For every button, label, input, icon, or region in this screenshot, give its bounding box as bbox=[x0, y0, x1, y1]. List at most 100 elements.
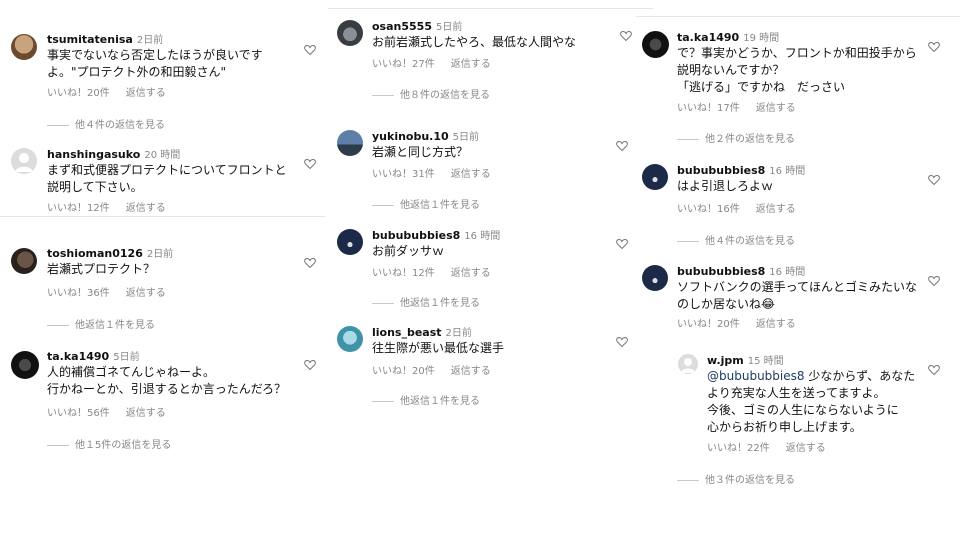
comment-time: 16 時間 bbox=[769, 166, 806, 177]
like-heart-icon[interactable] bbox=[928, 364, 940, 375]
reply-button[interactable]: 返信する bbox=[126, 408, 166, 419]
like-heart-icon[interactable] bbox=[616, 238, 628, 249]
comment-text: で？事実かどうか、フロントか和田投手から 説明ないんですか？ 「逃げる」ですかね… bbox=[677, 46, 917, 94]
view-more-replies[interactable]: 他８件の返信を見る bbox=[372, 86, 490, 101]
view-more-replies[interactable]: 他４件の返信を見る bbox=[47, 116, 165, 131]
comment-username[interactable]: bubububbies8 16 時間 bbox=[372, 227, 500, 242]
reply-button[interactable]: 返信する bbox=[451, 366, 491, 377]
like-count[interactable]: いいね！16件 bbox=[677, 204, 740, 215]
view-more-replies[interactable]: 他返信１件を見る bbox=[47, 316, 155, 331]
comment-time: 5日前 bbox=[452, 132, 480, 143]
like-count[interactable]: いいね！17件 bbox=[677, 103, 740, 114]
comment-text: 岩瀬式プロテクト？ bbox=[47, 262, 156, 276]
screenshot-divider bbox=[636, 16, 960, 17]
comment-text: まず和式便器プロテクトについてフロントと 説明して下さい。 bbox=[47, 163, 287, 194]
user-avatar[interactable] bbox=[337, 229, 363, 255]
comment-meta: いいね！20件 返信する bbox=[677, 315, 812, 330]
comment-username[interactable]: w.jpm 15 時間 bbox=[707, 352, 784, 367]
comment-username[interactable]: tsumitatenisa 2日前 bbox=[47, 31, 163, 46]
like-count[interactable]: いいね！31件 bbox=[372, 169, 435, 180]
comment-username[interactable]: yukinobu.10 5日前 bbox=[372, 128, 479, 143]
comment-column-3: ta.ka1490 19 時間 で？事実かどうか、フロントか和田投手から 説明ない… bbox=[636, 0, 960, 540]
comment-column-2: osan5555 5日前 お前岩瀬式したやろ、最低な人間やな いいね！27件返信す… bbox=[328, 0, 653, 540]
view-more-replies[interactable]: 他３件の返信を見る bbox=[677, 471, 795, 486]
like-heart-icon[interactable] bbox=[304, 158, 316, 169]
comment-text: はよ引退しろよｗ bbox=[677, 179, 774, 193]
comment-text: お前岩瀬式したやろ、最低な人間やな bbox=[372, 35, 577, 49]
screenshot-divider bbox=[328, 8, 653, 9]
view-more-replies[interactable]: 他１5件の返信を見る bbox=[47, 436, 171, 451]
user-mention[interactable]: @bubububbies8 bbox=[707, 369, 805, 383]
user-avatar[interactable] bbox=[337, 20, 363, 46]
comment-username[interactable]: toshioman0126 2日前 bbox=[47, 245, 173, 260]
reply-button[interactable]: 返信する bbox=[126, 288, 166, 299]
comment-text: 人的補償ゴネてんじゃねーよ。 行かねーとか、引退するとか言ったんだろ？ bbox=[47, 365, 287, 396]
like-count[interactable]: いいね！27件 bbox=[372, 59, 435, 70]
comment-username[interactable]: bubububbies8 16 時間 bbox=[677, 263, 805, 278]
like-count[interactable]: いいね！36件 bbox=[47, 288, 110, 299]
like-heart-icon[interactable] bbox=[304, 359, 316, 370]
comment-username[interactable]: ta.ka1490 5日前 bbox=[47, 348, 140, 363]
reply-button[interactable]: 返信する bbox=[451, 268, 491, 279]
comment-meta: いいね！12件 返信する bbox=[47, 199, 182, 214]
view-more-replies[interactable]: 他返信１件を見る bbox=[372, 294, 480, 309]
reply-button[interactable]: 返信する bbox=[126, 203, 166, 214]
like-heart-icon[interactable] bbox=[928, 174, 940, 185]
comment-text: ソフトバンクの選手ってほんとゴミみたいな のしか居ないね😂 bbox=[677, 280, 918, 311]
user-avatar[interactable] bbox=[642, 265, 668, 291]
reply-button[interactable]: 返信する bbox=[451, 169, 491, 180]
user-avatar[interactable] bbox=[11, 248, 37, 274]
user-avatar[interactable] bbox=[337, 130, 363, 156]
comment-text: 往生際が悪い最低な選手 bbox=[372, 341, 505, 355]
like-heart-icon[interactable] bbox=[928, 275, 940, 286]
like-heart-icon[interactable] bbox=[928, 41, 940, 52]
view-more-replies[interactable]: 他返信１件を見る bbox=[372, 392, 480, 407]
reply-button[interactable]: 返信する bbox=[786, 443, 826, 454]
view-more-replies[interactable]: 他４件の返信を見る bbox=[677, 232, 795, 247]
like-heart-icon[interactable] bbox=[304, 44, 316, 55]
like-heart-icon[interactable] bbox=[304, 257, 316, 268]
comment-username[interactable]: hanshingasuko 20 時間 bbox=[47, 146, 180, 161]
comment-time: 5日前 bbox=[113, 352, 140, 363]
comment-meta: いいね！17件 返信する bbox=[677, 99, 812, 114]
user-avatar[interactable] bbox=[678, 354, 698, 374]
comment-username[interactable]: osan5555 5日前 bbox=[372, 18, 462, 33]
user-avatar[interactable] bbox=[11, 148, 37, 174]
reply-button[interactable]: 返信する bbox=[756, 204, 796, 215]
like-count[interactable]: いいね！20件 bbox=[47, 88, 110, 99]
comment-time: 5日前 bbox=[435, 22, 463, 33]
like-count[interactable]: いいね！20件 bbox=[372, 366, 435, 377]
comment-username[interactable]: lions_beast 2日前 bbox=[372, 324, 472, 339]
like-heart-icon[interactable] bbox=[616, 336, 628, 347]
comment-meta: いいね！20件 返信する bbox=[372, 362, 507, 377]
user-avatar[interactable] bbox=[337, 326, 363, 352]
comment-text: 岩瀬と同じ方式？ bbox=[372, 145, 469, 159]
reply-button[interactable]: 返信する bbox=[756, 103, 796, 114]
like-count[interactable]: いいね！12件 bbox=[372, 268, 435, 279]
like-count[interactable]: いいね！12件 bbox=[47, 203, 110, 214]
comment-meta: いいね！27件 返信する bbox=[372, 55, 507, 70]
user-avatar[interactable] bbox=[642, 164, 668, 190]
comment-time: 16 時間 bbox=[769, 267, 806, 278]
comment-column-1: tsumitatenisa 2日前 事実でないなら否定したほうが良いです よ。"プ… bbox=[0, 0, 325, 540]
reply-button[interactable]: 返信する bbox=[451, 59, 491, 70]
like-count[interactable]: いいね！20件 bbox=[677, 319, 740, 330]
comment-time: 2日前 bbox=[146, 249, 174, 260]
comment-username[interactable]: ta.ka1490 19 時間 bbox=[677, 29, 779, 44]
comment-username[interactable]: bubububbies8 16 時間 bbox=[677, 162, 805, 177]
comment-time: 2日前 bbox=[445, 328, 472, 339]
like-heart-icon[interactable] bbox=[616, 140, 628, 151]
user-avatar[interactable] bbox=[642, 31, 669, 58]
like-count[interactable]: いいね！22件 bbox=[707, 443, 770, 454]
view-more-replies[interactable]: 他返信１件を見る bbox=[372, 196, 480, 211]
comment-meta: いいね！56件 返信する bbox=[47, 404, 182, 419]
like-heart-icon[interactable] bbox=[620, 30, 632, 41]
reply-button[interactable]: 返信する bbox=[126, 88, 166, 99]
view-more-replies[interactable]: 他２件の返信を見る bbox=[677, 130, 795, 145]
user-avatar[interactable] bbox=[11, 34, 37, 60]
screenshot-divider bbox=[0, 216, 325, 217]
like-count[interactable]: いいね！56件 bbox=[47, 408, 110, 419]
user-avatar[interactable] bbox=[11, 351, 39, 379]
comment-text: お前ダッサｗ bbox=[372, 244, 445, 258]
reply-button[interactable]: 返信する bbox=[756, 319, 796, 330]
